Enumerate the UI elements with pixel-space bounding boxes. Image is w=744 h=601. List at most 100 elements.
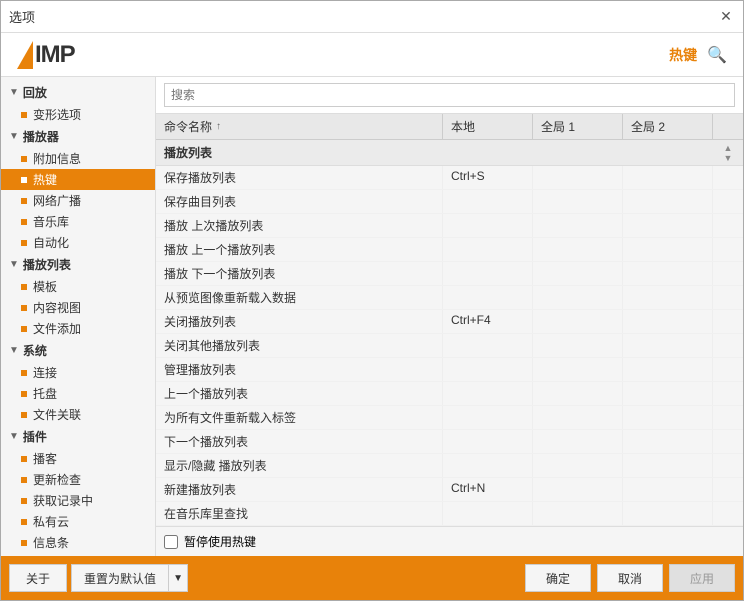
cmd-global2: [623, 334, 713, 357]
close-button[interactable]: ✕: [717, 8, 735, 26]
cmd-global2: [623, 238, 713, 261]
cmd-global2: [623, 214, 713, 237]
about-button[interactable]: 关于: [9, 564, 67, 592]
sidebar-item-private-cloud[interactable]: 私有云: [1, 511, 155, 532]
title-bar-left: 选项: [9, 7, 35, 26]
sidebar-item-update-check[interactable]: 更新检查: [1, 469, 155, 490]
apply-button[interactable]: 应用: [669, 564, 735, 592]
cmd-name: 新建播放列表: [156, 478, 443, 501]
cmd-name: 保存曲目列表: [156, 190, 443, 213]
table-row[interactable]: 播放 上一个播放列表: [156, 238, 743, 262]
sidebar-item-hotkey[interactable]: 热键: [1, 169, 155, 190]
section-collapse-arrows[interactable]: ▲ ▼: [713, 140, 743, 165]
cancel-button[interactable]: 取消: [597, 564, 663, 592]
dot-icon: [21, 198, 27, 204]
sidebar-item-label: 私有云: [33, 513, 69, 530]
cmd-name: 下一个播放列表: [156, 430, 443, 453]
table-row[interactable]: 新建播放列表 Ctrl+N: [156, 478, 743, 502]
dot-icon: [21, 391, 27, 397]
cmd-local: Ctrl+N: [443, 478, 533, 501]
arrow-icon: ▼: [9, 259, 19, 270]
cmd-global1: [533, 310, 623, 333]
cmd-extra: [713, 358, 743, 381]
search-bar: [156, 77, 743, 114]
cmd-global1: [533, 502, 623, 525]
sidebar-item-label: 获取记录中: [33, 492, 93, 509]
cmd-global1: [533, 382, 623, 405]
sort-arrow-icon: ↑: [216, 121, 221, 132]
sidebar-group-playlist[interactable]: ▼ 播放列表: [1, 253, 155, 276]
bottom-left-buttons: 关于 重置为默认值 ▼: [9, 564, 188, 592]
cmd-global1: [533, 430, 623, 453]
sidebar-item-label: 模板: [33, 278, 57, 295]
sidebar-item-podcast[interactable]: 播客: [1, 448, 155, 469]
sidebar-item-label: 文件添加: [33, 320, 81, 337]
table-row[interactable]: 下一个播放列表: [156, 430, 743, 454]
dot-icon: [21, 370, 27, 376]
table-row[interactable]: 关闭其他播放列表: [156, 334, 743, 358]
sidebar-group-playback[interactable]: ▼ 回放: [1, 81, 155, 104]
dot-icon: [21, 540, 27, 546]
table-wrapper: 命令名称 ↑ 本地 全局 1 全局 2: [156, 114, 743, 556]
ok-button[interactable]: 确定: [525, 564, 591, 592]
sidebar-item-content-view[interactable]: 内容视图: [1, 297, 155, 318]
sidebar-item-label: 托盘: [33, 385, 57, 402]
sidebar-group-plugin[interactable]: ▼ 插件: [1, 425, 155, 448]
col-header-extra: [713, 114, 743, 139]
reset-dropdown-button[interactable]: ▼: [168, 564, 188, 592]
header-bar: IMP 热键 🔍: [1, 33, 743, 77]
cmd-name: 保存播放列表: [156, 166, 443, 189]
main-content: ▼ 回放 变形选项 ▼ 播放器 附加信息 热键 网络广播: [1, 77, 743, 556]
cmd-global1: [533, 454, 623, 477]
table-row[interactable]: 在音乐库里查找: [156, 502, 743, 526]
sidebar-item-label: 网络广播: [33, 192, 81, 209]
sidebar-item-tray[interactable]: 托盘: [1, 383, 155, 404]
table-row[interactable]: 保存曲目列表: [156, 190, 743, 214]
sidebar-item-extra-info[interactable]: 附加信息: [1, 148, 155, 169]
cmd-global1: [533, 166, 623, 189]
logo-triangle-icon: [17, 41, 33, 69]
table-row[interactable]: 从预览图像重新载入数据: [156, 286, 743, 310]
table-row[interactable]: 为所有文件重新载入标签: [156, 406, 743, 430]
sidebar-group-system[interactable]: ▼ 系统: [1, 339, 155, 362]
sidebar-item-connect[interactable]: 连接: [1, 362, 155, 383]
sidebar-group-label-playlist: 播放列表: [23, 256, 71, 273]
cmd-global2: [623, 382, 713, 405]
dot-icon: [21, 177, 27, 183]
cmd-local: [443, 382, 533, 405]
sidebar-item-netradio[interactable]: 网络广播: [1, 190, 155, 211]
dot-icon: [21, 498, 27, 504]
cmd-extra: [713, 406, 743, 429]
sidebar-item-music-lib[interactable]: 音乐库: [1, 211, 155, 232]
sidebar-item-automation[interactable]: 自动化: [1, 232, 155, 253]
table-row[interactable]: 上一个播放列表: [156, 382, 743, 406]
table-row[interactable]: 播放 下一个播放列表: [156, 262, 743, 286]
table-row[interactable]: 关闭播放列表 Ctrl+F4: [156, 310, 743, 334]
table-row[interactable]: 保存播放列表 Ctrl+S: [156, 166, 743, 190]
sidebar-item-file-add[interactable]: 文件添加: [1, 318, 155, 339]
pause-checkbox[interactable]: [164, 535, 178, 549]
arrow-icon: ▼: [9, 345, 19, 356]
search-icon[interactable]: 🔍: [707, 45, 727, 65]
sidebar-item-get-log[interactable]: 获取记录中: [1, 490, 155, 511]
search-input[interactable]: [164, 83, 735, 107]
cmd-extra: [713, 334, 743, 357]
sidebar-item-label: 信息条: [33, 534, 69, 551]
table-row[interactable]: 管理播放列表: [156, 358, 743, 382]
sidebar-item-transform[interactable]: 变形选项: [1, 104, 155, 125]
sidebar-item-info-bar[interactable]: 信息条: [1, 532, 155, 553]
dot-icon: [21, 456, 27, 462]
col-header-global1-label: 全局 1: [541, 118, 575, 135]
table-row[interactable]: 显示/隐藏 播放列表: [156, 454, 743, 478]
sidebar-group-player[interactable]: ▼ 播放器: [1, 125, 155, 148]
table-row[interactable]: 播放 上次播放列表: [156, 214, 743, 238]
cmd-name: 在音乐库里查找: [156, 502, 443, 525]
table-scroll-area[interactable]: 播放列表 ▲ ▼ 保存播放列表 Ctrl+S: [156, 140, 743, 526]
sidebar-item-template[interactable]: 模板: [1, 276, 155, 297]
cmd-local: [443, 214, 533, 237]
sidebar-item-file-assoc[interactable]: 文件关联: [1, 404, 155, 425]
cmd-global2: [623, 502, 713, 525]
cmd-global1: [533, 286, 623, 309]
sidebar-item-label: 更新检查: [33, 471, 81, 488]
reset-button[interactable]: 重置为默认值: [71, 564, 168, 592]
